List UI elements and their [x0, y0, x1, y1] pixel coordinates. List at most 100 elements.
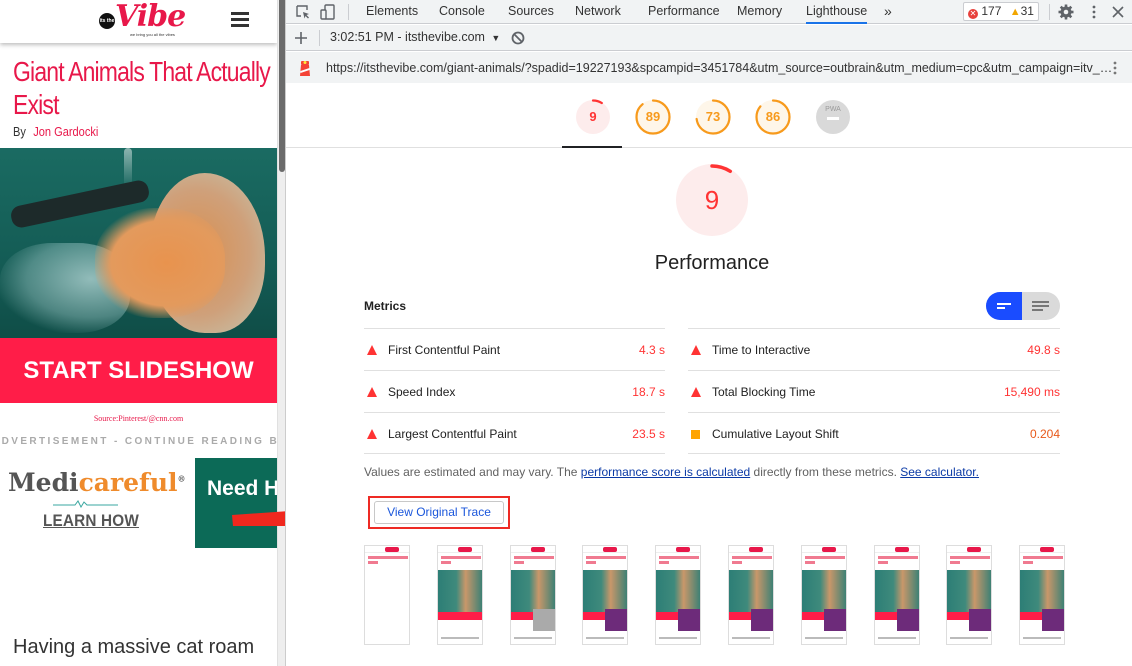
performance-gauge: 9 — [676, 164, 748, 236]
page-scrollbar[interactable] — [277, 0, 285, 666]
logo-bubble: its the — [99, 13, 115, 29]
gauge-best-practices[interactable]: 73 — [694, 98, 732, 136]
learn-how-link[interactable]: LEARN HOW — [43, 511, 139, 531]
brand-part1: Medi — [8, 468, 79, 497]
frame-hero — [947, 570, 992, 612]
frame-title — [440, 561, 451, 564]
frame-hero — [437, 570, 482, 612]
filmstrip-frame — [436, 545, 483, 645]
tab-memory[interactable]: Memory — [737, 0, 782, 24]
frame-title — [732, 556, 772, 559]
metric-label: Total Blocking Time — [712, 385, 816, 399]
hamburger-menu-icon[interactable] — [231, 12, 249, 28]
frame-text — [804, 637, 843, 639]
error-count: 177 — [981, 4, 1002, 18]
frame-hero — [1020, 570, 1065, 612]
report-select-dropdown[interactable]: 3:02:51 PM - itsthevibe.com ▼ — [330, 30, 500, 44]
frame-ad — [751, 609, 773, 631]
performance-score: 9 — [704, 185, 720, 215]
article-body-text: Having a massive cat roam — [13, 636, 255, 658]
filmstrip-frame — [655, 545, 702, 645]
frame-logo — [676, 547, 691, 552]
fail-triangle-icon — [367, 387, 377, 397]
score-calculated-link[interactable]: performance score is calculated — [581, 465, 750, 479]
metrics-note: Values are estimated and may vary. The p… — [364, 465, 979, 479]
fail-triangle-icon — [367, 429, 377, 439]
view-original-trace-button[interactable]: View Original Trace — [374, 501, 504, 524]
frame-hero — [801, 570, 846, 612]
screen: its the Vibe we bring you all the vibes … — [0, 0, 1132, 666]
frame-title — [368, 561, 378, 564]
byline-prefix: By — [13, 124, 26, 139]
gauge-na-label: PWA — [825, 106, 841, 113]
frame-ad — [532, 609, 555, 631]
advertisement-label: ADVERTISEMENT - CONTINUE READING BELOW — [0, 436, 277, 447]
medicareful-brand: Medicareful® — [8, 468, 186, 497]
close-devtools-icon[interactable] — [1109, 3, 1127, 21]
metric-value: 23.5 s — [632, 427, 665, 441]
more-tabs-button[interactable]: » — [884, 0, 892, 24]
warning-icon: ▲ — [1009, 6, 1021, 18]
metric-value: 18.7 s — [632, 385, 665, 399]
frame-title — [1023, 556, 1064, 559]
frame-text — [877, 637, 916, 639]
frame-title — [368, 556, 408, 559]
metric-row: Speed Index 18.7 s — [364, 370, 665, 412]
metrics-view-toggle[interactable] — [986, 292, 1060, 320]
gauge-pwa[interactable]: PWA — [814, 98, 852, 136]
note-text: Values are estimated and may vary. The — [364, 465, 581, 479]
frame-button — [437, 612, 482, 620]
issues-counter[interactable]: ✕ 177 ▲31 — [963, 2, 1039, 21]
metric-row: Cumulative Layout Shift 0.204 — [688, 412, 1060, 454]
new-report-plus-icon[interactable] — [292, 29, 310, 47]
gauge-performance[interactable]: 9 — [574, 98, 612, 136]
report-menu-icon[interactable] — [1111, 59, 1119, 77]
metric-label: Speed Index — [388, 385, 456, 399]
frame-title — [659, 561, 670, 564]
settings-gear-icon[interactable] — [1057, 3, 1075, 21]
see-calculator-link[interactable]: See calculator. — [900, 465, 979, 479]
clear-reports-icon[interactable] — [509, 29, 527, 47]
warning-count: 31 — [1020, 4, 1034, 18]
site-logo[interactable]: its the Vibe we bring you all the vibes — [98, 0, 186, 39]
tab-lighthouse[interactable]: Lighthouse — [806, 0, 868, 24]
toolbar-divider — [1049, 4, 1050, 20]
compact-view-toggle[interactable] — [986, 292, 1022, 320]
report-select-value: 3:02:51 PM - itsthevibe.com — [330, 30, 485, 44]
image-source: Source:Pinterest/@cnn.com — [93, 414, 184, 423]
fail-triangle-icon — [691, 345, 701, 355]
gauge-score: 73 — [705, 109, 721, 124]
inspect-element-icon[interactable] — [294, 3, 312, 21]
more-options-icon[interactable] — [1085, 3, 1103, 21]
start-slideshow-button[interactable]: START SLIDESHOW — [0, 338, 277, 403]
metric-value: 4.3 s — [638, 343, 665, 357]
frame-logo — [749, 547, 763, 552]
metric-label: First Contentful Paint — [388, 343, 501, 357]
frame-title — [804, 556, 845, 559]
medicareful-ad[interactable]: Medicareful® LEARN HOW — [5, 468, 190, 538]
gauge-accessibility[interactable]: 89 — [634, 98, 672, 136]
filmstrip-frame — [728, 545, 774, 645]
metrics-right-column: Time to Interactive 49.8 s Total Blocking … — [688, 328, 1060, 454]
device-toolbar-icon[interactable] — [319, 3, 337, 21]
frame-text — [950, 637, 989, 639]
metrics-left-column: First Contentful Paint 4.3 s Speed Index 18… — [364, 328, 665, 454]
tab-sources[interactable]: Sources — [508, 0, 554, 24]
frame-logo — [821, 547, 836, 552]
frame-text — [1023, 637, 1062, 639]
frame-hero — [729, 570, 773, 612]
metrics-heading: Metrics — [364, 299, 407, 313]
report-url-row: https://itsthevibe.com/giant-animals/?sp… — [286, 52, 1132, 83]
gauge-seo[interactable]: 86 — [754, 98, 792, 136]
tab-elements[interactable]: Elements — [366, 0, 418, 24]
fail-triangle-icon — [367, 345, 377, 355]
filmstrip-frame — [582, 545, 629, 645]
tab-network[interactable]: Network — [575, 0, 621, 24]
frame-logo — [1040, 547, 1055, 552]
performance-section: 9 Performance Metrics First Contentful P… — [286, 148, 1132, 666]
tab-console[interactable]: Console — [439, 0, 485, 24]
tab-performance[interactable]: Performance — [648, 0, 720, 24]
filmstrip-frame — [1019, 545, 1066, 645]
author-link[interactable]: Jon Gardocki — [33, 124, 98, 139]
frame-ad — [1042, 609, 1065, 631]
